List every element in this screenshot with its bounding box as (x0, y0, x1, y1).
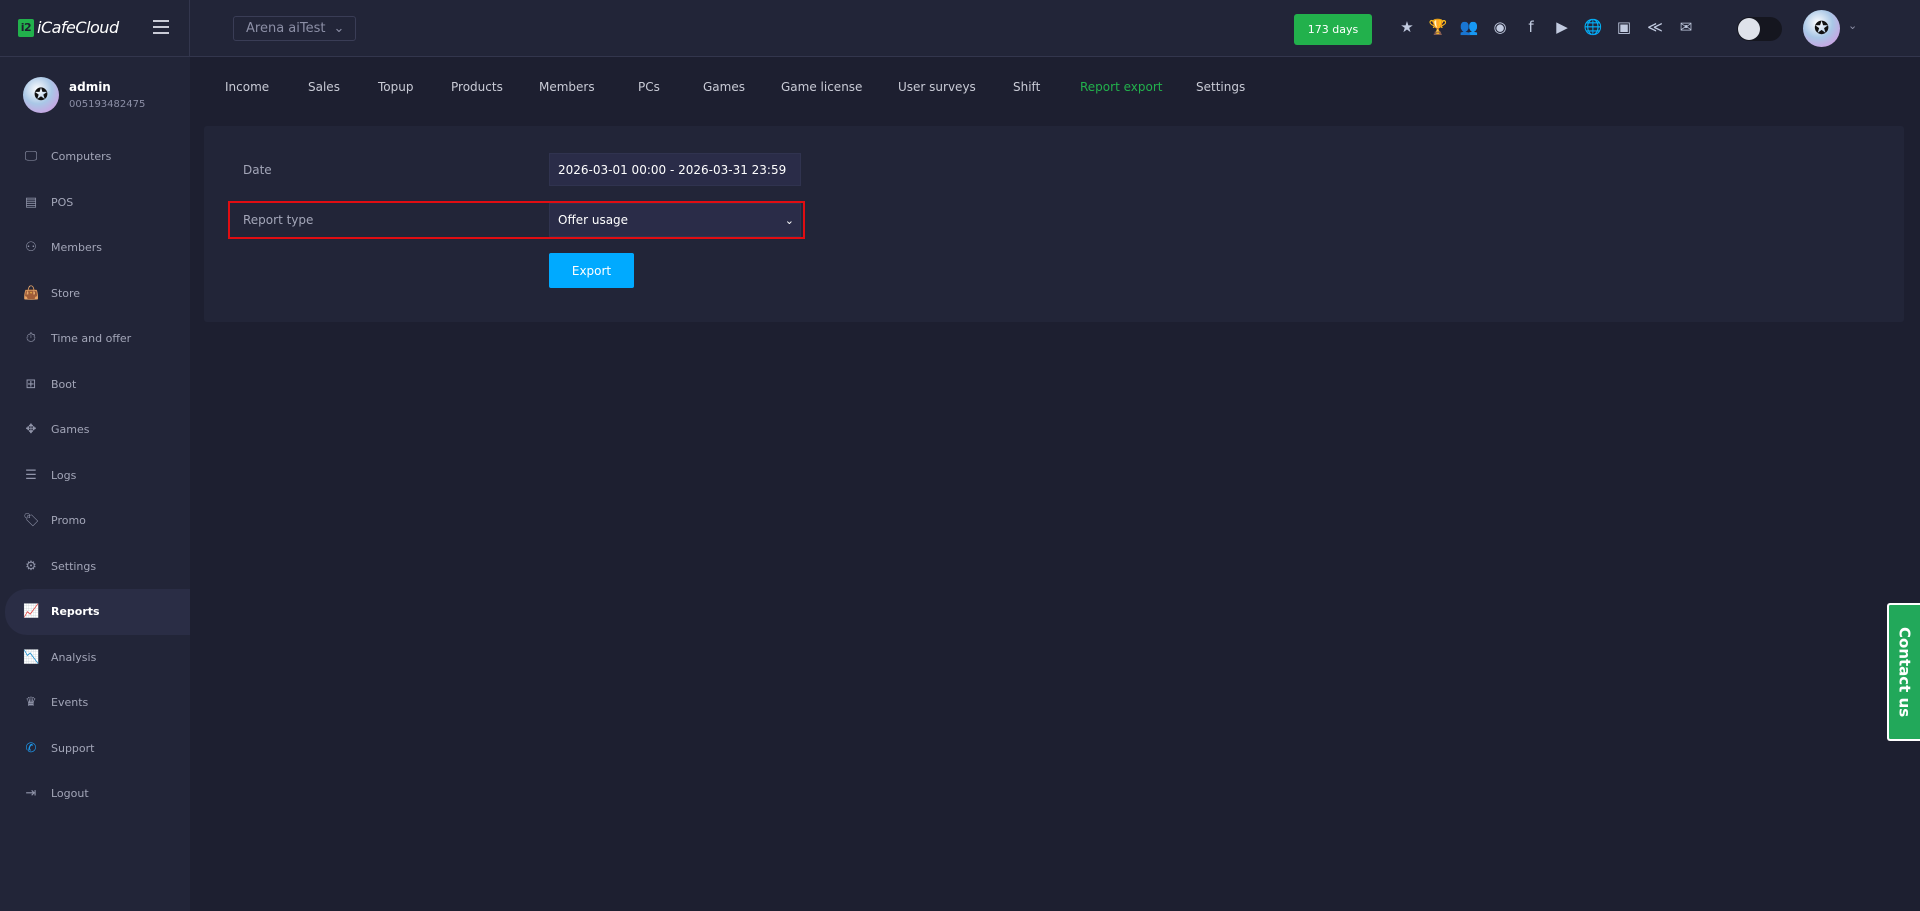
date-label: Date (243, 163, 272, 177)
pos-icon: ▤ (24, 194, 38, 210)
youtube-icon[interactable]: ▶ (1551, 16, 1573, 38)
globe-icon[interactable]: 🌐 (1582, 16, 1604, 38)
ranking-icon[interactable]: ★ (1396, 16, 1418, 38)
members-icon: ⚇ (25, 240, 37, 256)
sidebar-item-label: Promo (51, 514, 86, 528)
sidebar-item-store[interactable]: 👜 Store (0, 271, 190, 317)
sidebar-item-label: Settings (51, 559, 97, 573)
sidebar-item-events[interactable]: ♛ Events (0, 680, 190, 726)
sidebar-item-logs[interactable]: ☰ Logs (0, 453, 190, 499)
chevron-down-icon: ⌄ (784, 213, 794, 227)
divider (189, 0, 190, 57)
sidebar-item-label: Store (51, 286, 81, 300)
report-type-label: Report type (243, 213, 314, 227)
sidebar-item-analysis[interactable]: 📉 Analysis (0, 635, 190, 681)
store-icon: 👜 (23, 285, 40, 301)
user-profile: ✪ admin 005193482475 (23, 77, 145, 113)
export-panel: Date 2026-03-01 00:00 - 2026-03-31 23:59… (204, 126, 1904, 322)
tab-games[interactable]: Games (703, 80, 745, 94)
reports-icon: 📈 (23, 604, 40, 620)
logo-mark: i2 (18, 18, 34, 37)
promo-icon: 🏷 (23, 513, 40, 529)
tab-products[interactable]: Products (451, 80, 503, 94)
sidebar-item-label: Members (51, 241, 102, 255)
sidebar-item-settings[interactable]: ⚙ Settings (0, 544, 190, 590)
sidebar-item-label: Boot (51, 377, 77, 391)
community-icon[interactable]: 👥 (1458, 16, 1480, 38)
events-icon: ♛ (25, 695, 37, 711)
tab-shift[interactable]: Shift (1013, 80, 1040, 94)
sidebar-item-promo[interactable]: 🏷 Promo (0, 498, 190, 544)
export-button[interactable]: Export (549, 253, 634, 288)
settings-icon: ⚙ (25, 558, 37, 574)
analysis-icon: 📉 (23, 649, 40, 665)
sidebar-item-label: POS (51, 195, 74, 209)
boot-icon: ⊞ (25, 376, 37, 392)
icafe-icon[interactable]: ▣ (1613, 16, 1635, 38)
sidebar-item-computers[interactable]: 🖵 Computers (0, 134, 190, 180)
sidebar-nav: 🖵 Computers ▤ POS ⚇ Members 👜 Store ⏱ Time and of… (0, 134, 190, 817)
branch-select[interactable]: Arena aiTest ⌄ (233, 16, 356, 41)
topbar: i2 iCafeCloud Arena aiTest ⌄ 173 days ★ 🏆 👥 ◉… (0, 0, 1920, 57)
chevron-down-icon[interactable]: ⌄ (1848, 19, 1857, 32)
sidebar-item-logout[interactable]: ⇥ Logout (0, 771, 190, 817)
sidebar-item-reports[interactable]: 📈 Reports (5, 589, 190, 635)
sidebar-item-members[interactable]: ⚇ Members (0, 225, 190, 271)
computers-icon: 🖵 (24, 149, 38, 165)
sidebar-item-label: Analysis (51, 650, 97, 664)
tab-settings[interactable]: Settings (1196, 80, 1245, 94)
support-icon: ✆ (25, 740, 37, 756)
logo[interactable]: i2 iCafeCloud (18, 18, 119, 37)
user-id: 005193482475 (69, 99, 146, 110)
branch-name: Arena aiTest (246, 21, 326, 36)
sidebar-item-pos[interactable]: ▤ POS (0, 180, 190, 226)
tab-game-license[interactable]: Game license (781, 80, 862, 94)
tab-topup[interactable]: Topup (378, 80, 413, 94)
report-type-value: Offer usage (558, 213, 629, 227)
user-name: admin (69, 80, 111, 94)
theme-toggle[interactable] (1737, 17, 1782, 41)
tab-members[interactable]: Members (539, 80, 595, 94)
tab-pcs[interactable]: PCs (638, 80, 660, 94)
games-icon: ✥ (25, 422, 37, 438)
contact-us-button[interactable]: Contact us (1887, 603, 1920, 741)
date-range-input[interactable]: 2026-03-01 00:00 - 2026-03-31 23:59 (549, 153, 801, 186)
sidebar-item-label: Games (51, 423, 90, 437)
logo-text: iCafeCloud (37, 18, 119, 37)
avatar: ✪ (23, 77, 59, 113)
report-type-select[interactable]: Offer usage ⌄ (549, 203, 801, 237)
time-and-offer-icon: ⏱ (25, 331, 37, 347)
facebook-icon[interactable]: f (1520, 16, 1542, 38)
sidebar-item-label: Events (51, 696, 89, 710)
sidebar-item-label: Time and offer (51, 332, 132, 346)
sidebar-item-games[interactable]: ✥ Games (0, 407, 190, 453)
sidebar-item-label: Computers (51, 150, 112, 164)
sidebar-item-boot[interactable]: ⊞ Boot (0, 362, 190, 408)
sidebar-item-time-and-offer[interactable]: ⏱ Time and offer (0, 316, 190, 362)
tab-user-surveys[interactable]: User surveys (898, 80, 976, 94)
tab-income[interactable]: Income (225, 80, 269, 94)
user-avatar-icon[interactable]: ✪ (1803, 10, 1840, 47)
logs-icon: ☰ (25, 467, 37, 483)
tab-report-export[interactable]: Report export (1080, 80, 1162, 94)
mail-icon[interactable]: ✉ (1675, 16, 1697, 38)
sidebar-item-support[interactable]: ✆ Support (0, 726, 190, 772)
sidebar-item-label: Reports (51, 605, 100, 619)
rss-icon[interactable]: ◉ (1489, 16, 1511, 38)
menu-toggle-icon[interactable] (153, 20, 169, 34)
tab-sales[interactable]: Sales (308, 80, 340, 94)
license-days-button[interactable]: 173 days (1294, 14, 1372, 45)
trophy-icon[interactable]: 🏆 (1427, 16, 1449, 38)
sidebar: ✪ admin 005193482475 🖵 Computers ▤ POS ⚇ Membe… (0, 57, 190, 911)
sidebar-item-label: Logs (51, 468, 77, 482)
toolbar-icons: ★ 🏆 👥 ◉ f ▶ 🌐 ▣ ≪ ✉ (1396, 16, 1697, 38)
sidebar-item-label: Support (51, 741, 95, 755)
partner-icon[interactable]: ≪ (1644, 16, 1666, 38)
sidebar-item-label: Logout (51, 787, 89, 801)
logout-icon: ⇥ (25, 786, 37, 802)
chevron-down-icon: ⌄ (333, 21, 345, 36)
